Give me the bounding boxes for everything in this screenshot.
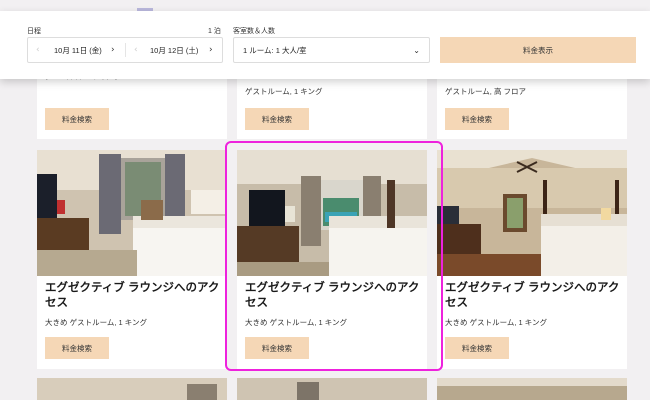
nights-count: 1 泊 bbox=[208, 28, 221, 35]
room-desc: ゲストルーム, 高 フロア bbox=[445, 87, 527, 96]
chevron-down-icon: ⌄ bbox=[413, 45, 420, 55]
search-bar: 日程 1 泊 ‹ 10月 11日 (金) › ‹ 10月 12日 (土) › 客… bbox=[0, 11, 650, 79]
room-card-bottom-1 bbox=[37, 378, 227, 400]
dates-label: 日程 bbox=[27, 28, 41, 35]
room-results-page: シ ゙ ー ゙ ロ ロ ハ ン ス ゙ ィ ヘ ゙ 料金検索 ゲストルーム, 1… bbox=[0, 0, 650, 400]
room-photo[interactable] bbox=[37, 150, 227, 276]
rate-search-button[interactable]: 料金検索 bbox=[245, 337, 309, 359]
rate-search-button[interactable]: 料金検索 bbox=[45, 108, 109, 130]
rate-search-button[interactable]: 料金検索 bbox=[445, 337, 509, 359]
room-desc: 大きめ ゲストルーム, 1 キング bbox=[45, 318, 148, 327]
date-picker[interactable]: ‹ 10月 11日 (金) › ‹ 10月 12日 (土) › bbox=[27, 37, 223, 63]
chevron-right-icon[interactable]: › bbox=[111, 38, 115, 62]
checkout-date[interactable]: 10月 12日 (土) bbox=[150, 38, 198, 62]
rate-search-button[interactable]: 料金検索 bbox=[245, 108, 309, 130]
room-photo[interactable] bbox=[237, 150, 427, 276]
room-title[interactable]: エグゼクティブ ラウンジへのアクセス bbox=[245, 281, 421, 311]
chevron-left-icon[interactable]: ‹ bbox=[36, 38, 40, 62]
room-photo[interactable] bbox=[37, 378, 227, 400]
checkin-date[interactable]: 10月 11日 (金) bbox=[54, 38, 102, 62]
room-photo[interactable] bbox=[237, 378, 427, 400]
room-card: エグゼクティブ ラウンジへのアクセス 大きめ ゲストルーム, 1 キング 料金検… bbox=[437, 150, 627, 369]
room-card: エグゼクティブ ラウンジへのアクセス 大きめ ゲストルーム, 1 キング 料金検… bbox=[37, 150, 227, 369]
divider bbox=[125, 43, 126, 57]
chevron-left-icon[interactable]: ‹ bbox=[134, 38, 138, 62]
room-photo[interactable] bbox=[437, 150, 627, 276]
guests-select[interactable]: 1 ルーム: 1 大人/室 ⌄ bbox=[233, 37, 430, 63]
show-rates-button[interactable]: 料金表示 bbox=[440, 37, 636, 63]
rate-search-button[interactable]: 料金検索 bbox=[445, 108, 509, 130]
room-title[interactable]: エグゼクティブ ラウンジへのアクセス bbox=[445, 281, 621, 311]
room-card: エグゼクティブ ラウンジへのアクセス 大きめ ゲストルーム, 1 キング 料金検… bbox=[237, 150, 427, 369]
chevron-right-icon[interactable]: › bbox=[209, 38, 213, 62]
rate-search-button[interactable]: 料金検索 bbox=[45, 337, 109, 359]
guests-label: 客室数＆人数 bbox=[233, 28, 275, 35]
guests-value: 1 ルーム: 1 大人/室 bbox=[243, 45, 307, 55]
room-desc: ゲストルーム, 1 キング bbox=[245, 87, 323, 96]
room-photo[interactable] bbox=[437, 378, 627, 400]
room-card-bottom-2 bbox=[237, 378, 427, 400]
room-card-bottom-3 bbox=[437, 378, 627, 400]
room-title[interactable]: エグゼクティブ ラウンジへのアクセス bbox=[45, 281, 221, 311]
room-desc: 大きめ ゲストルーム, 1 キング bbox=[445, 318, 548, 327]
room-desc: 大きめ ゲストルーム, 1 キング bbox=[245, 318, 348, 327]
